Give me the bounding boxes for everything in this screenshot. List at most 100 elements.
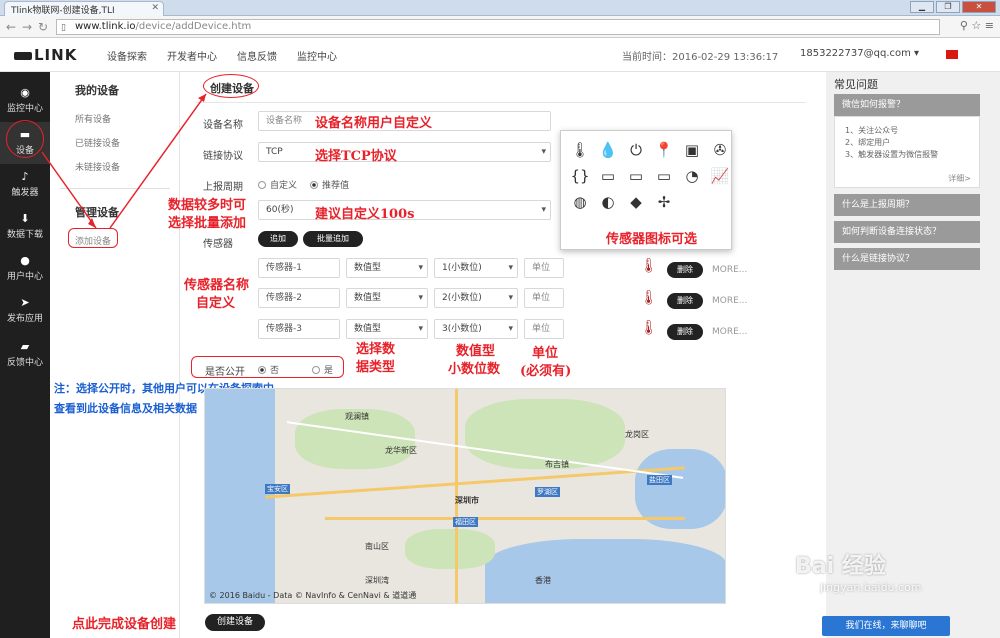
unlinked-devices-link[interactable]: 未链接设备 xyxy=(75,160,120,173)
film-reel-icon[interactable]: ✇ xyxy=(709,139,731,161)
close-window-button[interactable]: ✕ xyxy=(962,1,996,13)
feedback-icon: ▰ xyxy=(20,340,30,353)
annotation-unit-hint-1: 单位 xyxy=(532,346,559,361)
china-flag-icon[interactable] xyxy=(946,50,958,59)
nav-monitor[interactable]: 监控中心 xyxy=(297,48,337,63)
sensor-2-type-select[interactable]: 数值型 xyxy=(346,288,428,308)
manage-devices-title: 管理设备 xyxy=(75,206,119,219)
nav-developer[interactable]: 开发者中心 xyxy=(167,48,217,63)
location-pin-icon[interactable]: 📍 xyxy=(653,139,675,161)
sensor-2-unit-input[interactable]: 单位 xyxy=(524,288,564,308)
speedometer-icon[interactable]: ◔ xyxy=(681,165,703,187)
sensor-3-more-link[interactable]: MORE... xyxy=(712,327,747,337)
browser-tab[interactable]: Tlink物联网-创建设备,TLI ✕ xyxy=(4,1,164,16)
map-label-nanshan: 南山区 xyxy=(365,542,389,551)
sensor-3-decimals-select[interactable]: 3(小数位) xyxy=(434,319,518,339)
current-time: 当前时间：2016-02-29 13:36:17 xyxy=(622,52,779,63)
create-device-button[interactable]: 创建设备 xyxy=(205,614,265,631)
sidebar-item-user[interactable]: ● 用户中心 xyxy=(0,248,50,290)
map-label-guanlan: 观澜镇 xyxy=(345,412,369,421)
maximize-button[interactable]: ❐ xyxy=(936,1,960,13)
gauge-meter-icon[interactable]: ▭ xyxy=(625,165,647,187)
annotation-unit-hint-2: (必须有) xyxy=(520,364,572,379)
thermometer-icon[interactable]: 🌡 xyxy=(569,139,591,161)
annotation-create-hint: 点此完成设备创建 xyxy=(72,617,177,632)
back-icon[interactable]: ← xyxy=(6,20,16,34)
faq-item-connection[interactable]: 如何判断设备连接状态？ xyxy=(834,221,980,243)
annotation-sensor-icon-hint: 传感器图标可选 xyxy=(606,232,698,247)
period-recommended-radio[interactable]: 推荐值 xyxy=(310,178,349,191)
sidebar-item-download[interactable]: ⬇ 数据下载 xyxy=(0,206,50,248)
faq-detail-link[interactable]: 详细> xyxy=(948,173,971,185)
sensor-label: 传感器 xyxy=(203,239,233,250)
sensor-2-name-input[interactable]: 传感器-2 xyxy=(258,288,340,308)
batch-add-button[interactable]: 批量追加 xyxy=(303,231,363,247)
compass-icon[interactable]: ◍ xyxy=(569,191,591,213)
faq-item-protocol[interactable]: 什么是链接协议？ xyxy=(834,248,980,270)
sensor-1-more-link[interactable]: MORE... xyxy=(712,265,747,275)
gauge-meter-icon[interactable]: ▭ xyxy=(653,165,675,187)
sidebar-item-monitor[interactable]: ◉ 监控中心 xyxy=(0,80,50,122)
baidu-watermark-url: jingyan.baidu.com xyxy=(820,581,922,594)
annotation-public-note-2: 查看到此设备信息及相关数据 xyxy=(54,402,197,415)
sensor-2-decimals-select[interactable]: 2(小数位) xyxy=(434,288,518,308)
close-tab-icon[interactable]: ✕ xyxy=(151,3,159,13)
top-header: LINK 设备探索 开发者中心 信息反馈 监控中心 当前时间：2016-02-2… xyxy=(0,38,1000,72)
browser-tabbar: Tlink物联网-创建设备,TLI ✕ ▁ ❐ ✕ xyxy=(0,0,1000,16)
dial-icon[interactable]: ◐ xyxy=(597,191,619,213)
faq-step: 2、绑定用户 xyxy=(845,138,891,147)
protocol-select[interactable]: TCP xyxy=(258,142,551,162)
linked-devices-link[interactable]: 已链接设备 xyxy=(75,136,120,149)
sensor-3-type-select[interactable]: 数值型 xyxy=(346,319,428,339)
water-drop-icon[interactable]: 💧 xyxy=(597,139,619,161)
all-devices-link[interactable]: 所有设备 xyxy=(75,112,111,125)
sensor-1-delete-button[interactable]: 删除 xyxy=(667,262,703,278)
device-name-label: 设备名称 xyxy=(203,120,243,131)
sensor-1-name-input[interactable]: 传感器-1 xyxy=(258,258,340,278)
map-label-luohu: 罗湖区 xyxy=(535,487,560,497)
sensor-1-type-select[interactable]: 数值型 xyxy=(346,258,428,278)
thermometer-icon[interactable]: 🌡 xyxy=(640,320,658,336)
map-label-shenzhen: 深圳市 xyxy=(455,496,479,505)
thermometer-icon[interactable]: 🌡 xyxy=(640,258,658,274)
sensor-2-delete-button[interactable]: 删除 xyxy=(667,293,703,309)
minimize-button[interactable]: ▁ xyxy=(910,1,934,13)
chat-button[interactable]: 我们在线，来聊聊吧 xyxy=(822,616,950,636)
sidebar-item-publish[interactable]: ➤ 发布应用 xyxy=(0,290,50,332)
browser-toolbar: ← → ↻ ▯ www.tlink.io/device/addDevice.ht… xyxy=(0,16,1000,38)
logo[interactable]: LINK xyxy=(14,46,77,64)
line-chart-icon[interactable]: 📈 xyxy=(709,165,731,187)
address-bar[interactable]: ▯ www.tlink.io/device/addDevice.htm xyxy=(56,19,940,35)
code-braces-icon[interactable]: {} xyxy=(569,165,591,187)
gauge-meter-icon[interactable]: ▭ xyxy=(597,165,619,187)
bookmark-star-icon[interactable]: ⚲ ☆ ≡ xyxy=(960,19,994,32)
wind-turbine-icon[interactable]: ✢ xyxy=(653,191,675,213)
sidebar-item-feedback[interactable]: ▰ 反馈中心 xyxy=(0,334,50,376)
location-map[interactable]: 宝安区 深圳市 福田区 罗湖区 盐田区 龙华新区 南山区 布吉镇 观澜镇 深圳湾… xyxy=(204,388,726,604)
annotation-name-hint: 设备名称用户自定义 xyxy=(315,116,433,131)
thermometer-icon[interactable]: 🌡 xyxy=(640,290,658,306)
map-copyright: © 2016 Baidu - Data © NavInfo & CenNavi … xyxy=(209,591,417,600)
reload-icon[interactable]: ↻ xyxy=(38,20,48,34)
sensor-3-unit-input[interactable]: 单位 xyxy=(524,319,564,339)
map-park xyxy=(405,529,495,569)
my-devices-title: 我的设备 xyxy=(75,84,119,97)
url-path: /device/addDevice.htm xyxy=(135,21,252,32)
sidebar-item-trigger[interactable]: ♪ 触发器 xyxy=(0,164,50,206)
device-box-icon[interactable]: ◆ xyxy=(625,191,647,213)
user-menu[interactable]: 1853222737@qq.com ▾ xyxy=(800,48,919,59)
sensor-1-unit-input[interactable]: 单位 xyxy=(524,258,564,278)
faq-item-period[interactable]: 什么是上报周期？ xyxy=(834,194,980,216)
faq-item-wechat[interactable]: 微信如何报警？ xyxy=(834,94,980,116)
sensor-3-name-input[interactable]: 传感器-3 xyxy=(258,319,340,339)
power-icon[interactable]: ⏻ xyxy=(625,139,647,161)
sensor-2-more-link[interactable]: MORE... xyxy=(712,296,747,306)
nav-explore[interactable]: 设备探索 xyxy=(107,48,147,63)
nav-feedback[interactable]: 信息反馈 xyxy=(237,48,277,63)
period-custom-radio[interactable]: 自定义 xyxy=(258,178,297,191)
sensor-1-decimals-select[interactable]: 1(小数位) xyxy=(434,258,518,278)
forward-icon[interactable]: → xyxy=(22,20,32,34)
image-icon[interactable]: ▣ xyxy=(681,139,703,161)
add-sensor-button[interactable]: 追加 xyxy=(258,231,298,247)
sensor-3-delete-button[interactable]: 删除 xyxy=(667,324,703,340)
